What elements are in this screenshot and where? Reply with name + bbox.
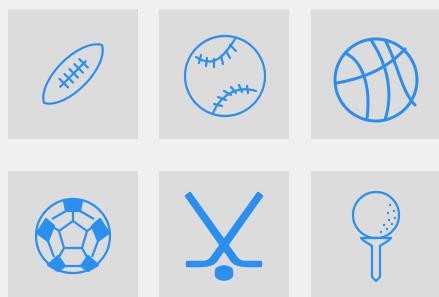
hockey-sticks-icon: [184, 191, 264, 281]
sports-icon-grid: [0, 0, 439, 297]
tile-soccer-ball[interactable]: [8, 171, 138, 297]
tile-basketball[interactable]: [311, 9, 439, 139]
soccer-ball-icon: [34, 197, 112, 275]
tile-hockey[interactable]: [159, 171, 289, 297]
tile-american-football[interactable]: [8, 9, 138, 139]
tile-golf[interactable]: [311, 171, 439, 297]
american-football-icon: [42, 43, 104, 105]
basketball-icon: [333, 37, 419, 123]
golf-ball-on-tee-icon: [351, 190, 401, 283]
tile-baseball[interactable]: [159, 9, 289, 139]
baseball-icon: [183, 34, 267, 118]
